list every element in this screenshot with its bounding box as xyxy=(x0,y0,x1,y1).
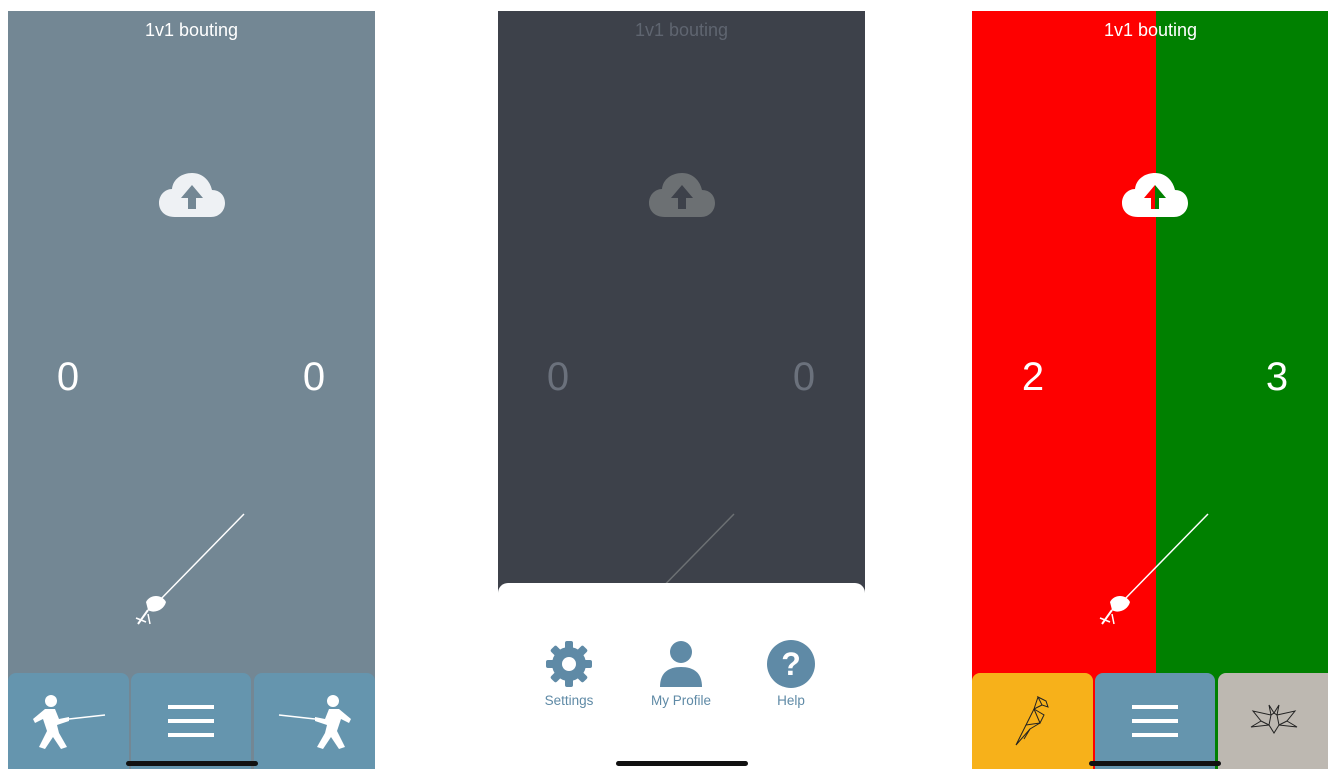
left-fencer-button[interactable] xyxy=(8,673,129,769)
screen-title: 1v1 bouting xyxy=(1103,20,1198,40)
parrot-origami-icon xyxy=(1015,695,1049,746)
bouting-screen-scored: 1v1 bouting 2 3 xyxy=(972,11,1328,769)
foil-icon[interactable] xyxy=(1090,506,1220,641)
cloud-upload-icon[interactable] xyxy=(157,171,227,219)
hamburger-menu-icon xyxy=(1132,705,1178,737)
score-left[interactable]: 0 xyxy=(38,355,98,400)
bat-origami-icon xyxy=(1250,704,1297,734)
home-indicator xyxy=(616,761,748,766)
hamburger-menu-icon xyxy=(168,705,214,737)
score-right[interactable]: 0 xyxy=(284,355,344,400)
fencer-right-icon xyxy=(278,695,351,749)
home-indicator xyxy=(1089,761,1221,766)
cloud-upload-icon xyxy=(649,173,715,217)
settings-menu-item[interactable]: Settings xyxy=(524,639,614,708)
person-icon xyxy=(660,641,702,687)
screen-title: 1v1 bouting xyxy=(144,20,239,40)
help-label: Help xyxy=(777,693,805,708)
my-profile-menu-item[interactable]: My Profile xyxy=(636,639,726,708)
left-fencer-area[interactable] xyxy=(972,11,1156,769)
left-fencer-button[interactable] xyxy=(972,673,1093,769)
question-icon: ? xyxy=(767,640,815,688)
svg-text:?: ? xyxy=(781,646,801,682)
bottom-bar xyxy=(8,673,375,769)
bottom-bar xyxy=(972,673,1328,769)
right-fencer-button[interactable] xyxy=(254,673,375,769)
settings-label: Settings xyxy=(544,693,594,708)
bouting-screen-idle: 1v1 bouting 0 0 xyxy=(8,11,375,769)
home-indicator xyxy=(126,761,258,766)
menu-button[interactable] xyxy=(131,673,251,769)
score-left: 0 xyxy=(546,355,570,399)
score-right: 0 xyxy=(792,355,816,399)
foil-icon[interactable] xyxy=(126,506,256,641)
score-right[interactable]: 3 xyxy=(1247,355,1307,400)
menu-sheet: Settings My Profile ? Help xyxy=(498,583,865,769)
score-left[interactable]: 2 xyxy=(1003,355,1063,400)
menu-button[interactable] xyxy=(1095,673,1215,769)
right-fencer-button[interactable] xyxy=(1218,673,1328,769)
my-profile-label: My Profile xyxy=(650,693,711,708)
gear-icon xyxy=(546,641,592,687)
cloud-upload-icon[interactable] xyxy=(1120,171,1190,219)
screen-title: 1v1 bouting xyxy=(634,20,729,40)
fencer-left-icon xyxy=(32,695,105,749)
bouting-screen-menu-open: 1v1 bouting 0 0 Settings My Profile ? He… xyxy=(498,11,865,769)
help-menu-item[interactable]: ? Help xyxy=(746,639,836,708)
